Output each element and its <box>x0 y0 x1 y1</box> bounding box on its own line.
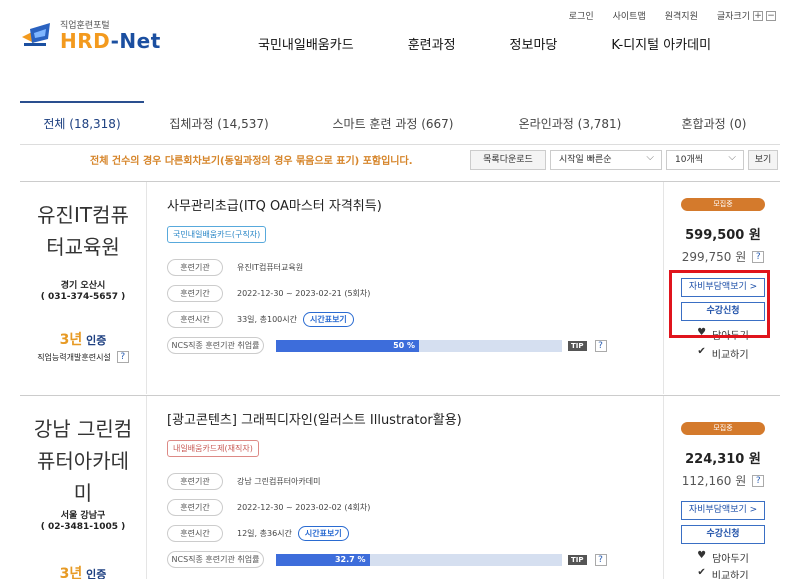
institution-name[interactable]: 강남 그린컴퓨터아카데미 <box>20 413 146 509</box>
help-icon[interactable]: ? <box>116 351 129 363</box>
period-value: 2022-12-30 ~ 2023-02-02 (4회차) <box>237 503 371 512</box>
period-label: 훈련기간 <box>167 285 223 302</box>
font-size-label: 글자크기 <box>716 12 750 22</box>
logo-title: HRD-Net <box>60 29 161 53</box>
font-size-increase-button[interactable]: + <box>753 10 763 21</box>
course-info: [광고콘텐츠] 그래픽디자인(일러스트 Illustrator활용) 내일배움카… <box>146 396 664 579</box>
course-info: 사무관리초급(ITQ OA마스터 자격취득) 국민내일배움카드(구직자) 훈련기… <box>146 182 664 394</box>
institution-name[interactable]: 유진IT컴퓨터교육원 <box>20 199 146 263</box>
help-icon[interactable]: ? <box>752 474 765 487</box>
tab-online[interactable]: 온라인과정 (3,781) <box>492 101 648 145</box>
course-price: 224,310 원 <box>685 452 761 467</box>
price-column: 모집중 224,310 원 112,160 원? 자비부담액보기 > 수강신청 … <box>666 396 780 579</box>
certification-label: 직업능력개발훈련시설 <box>37 352 111 362</box>
nav-k-digital[interactable]: K-디지털 아카데미 <box>611 34 711 53</box>
tip-badge[interactable]: TIP <box>568 554 587 565</box>
institution-value: 유진IT컴퓨터교육원 <box>237 263 304 272</box>
period-value: 2022-12-30 ~ 2023-02-21 (5회차) <box>237 289 371 298</box>
heart-icon: ♥ <box>697 550 707 561</box>
compare-button[interactable]: ✔ 비교하기 <box>666 346 780 361</box>
course-card: 강남 그린컴퓨터아카데미 서울 강남구 ( 02-3481-1005 ) 3년 … <box>20 395 780 579</box>
institution-label: 훈련기관 <box>167 259 223 276</box>
help-icon[interactable]: ? <box>594 339 607 352</box>
wish-button[interactable]: ♥ 담아두기 <box>666 550 780 565</box>
certification-badge: 3년 인증 <box>59 332 107 348</box>
site-logo[interactable]: 직업훈련포털 HRD-Net <box>20 18 161 51</box>
help-icon[interactable]: ? <box>594 553 607 566</box>
ncs-label: NCS직종 훈련기관 취업률 <box>167 337 264 354</box>
ncs-rate-fill: 32.7 % <box>276 553 370 566</box>
ncs-rate-bar: 50 % <box>276 339 562 352</box>
help-icon[interactable]: ? <box>752 250 765 263</box>
institution-value: 강남 그린컴퓨터아카데미 <box>237 477 321 486</box>
schedule-button[interactable]: 시간표보기 <box>302 312 354 327</box>
hours-value: 12일, 총36시간 <box>237 529 292 538</box>
self-pay-price: 112,160 원 <box>681 474 747 488</box>
main-nav: 국민내일배움카드 훈련과정 정보마당 K-디지털 아카데미 <box>258 34 765 53</box>
compare-button[interactable]: ✔ 비교하기 <box>666 567 780 579</box>
apply-button[interactable]: 수강신청 <box>681 525 765 544</box>
nav-info[interactable]: 정보마당 <box>510 34 558 53</box>
institution-region: 경기 오산시 <box>60 281 106 291</box>
tab-smart[interactable]: 스마트 훈련 과정 (667) <box>294 101 492 145</box>
sort-select[interactable]: 시작일 빠른순 <box>550 149 662 170</box>
hours-label: 훈련시간 <box>167 525 223 542</box>
check-icon: ✔ <box>697 346 706 357</box>
font-size-control: 글자크기 + − <box>717 9 776 22</box>
tab-blended[interactable]: 혼합과정 (0) <box>648 101 780 145</box>
institution-phone: ( 031-374-5657 ) <box>40 292 126 302</box>
tab-all[interactable]: 전체 (18,318) <box>20 101 144 145</box>
institution-phone: ( 02-3481-1005 ) <box>40 522 126 532</box>
institution-region: 서울 강남구 <box>60 511 106 521</box>
notice-text: 전체 건수의 경우 다른회차보기(동일과정의 경우 묶음으로 표기) 포함입니다… <box>90 156 413 167</box>
tip-badge[interactable]: TIP <box>568 340 587 351</box>
certification-badge: 3년 인증 <box>59 566 107 579</box>
nav-learning-card[interactable]: 국민내일배움카드 <box>258 34 354 53</box>
tab-classroom[interactable]: 집체과정 (14,537) <box>144 101 294 145</box>
schedule-button[interactable]: 시간표보기 <box>297 526 349 541</box>
course-title[interactable]: 사무관리초급(ITQ OA마스터 자격취득) <box>167 195 663 214</box>
institution-column: 강남 그린컴퓨터아카데미 서울 강남구 ( 02-3481-1005 ) 3년 … <box>20 396 146 579</box>
ncs-label: NCS직종 훈련기관 취업률 <box>167 551 264 568</box>
self-pay-view-button[interactable]: 자비부담액보기 > <box>681 501 765 520</box>
ncs-rate-fill: 50 % <box>276 339 419 352</box>
nav-training-courses[interactable]: 훈련과정 <box>408 34 456 53</box>
course-price: 599,500 원 <box>685 228 761 243</box>
self-pay-price: 299,750 원 <box>681 250 747 264</box>
list-download-button[interactable]: 목록다운로드 <box>470 150 546 170</box>
utility-nav: 로그인 사이트맵 원격지원 글자크기 + − <box>569 9 776 22</box>
course-title[interactable]: [광고콘텐츠] 그래픽디자인(일러스트 Illustrator활용) <box>167 409 663 428</box>
view-button[interactable]: 보기 <box>748 150 778 170</box>
check-icon: ✔ <box>697 567 706 578</box>
institution-column: 유진IT컴퓨터교육원 경기 오산시 ( 031-374-5657 ) 3년 인증… <box>20 182 146 363</box>
course-type-tag: 국민내일배움카드(구직자) <box>167 226 267 243</box>
hours-label: 훈련시간 <box>167 311 223 328</box>
period-label: 훈련기간 <box>167 499 223 516</box>
course-type-tabs: 전체 (18,318) 집체과정 (14,537) 스마트 훈련 과정 (667… <box>20 101 780 145</box>
status-badge: 모집중 <box>681 422 765 435</box>
highlight-box <box>669 270 770 338</box>
ncs-rate-bar: 32.7 % <box>276 553 562 566</box>
sitemap-link[interactable]: 사이트맵 <box>613 9 646 22</box>
course-card: 유진IT컴퓨터교육원 경기 오산시 ( 031-374-5657 ) 3년 인증… <box>20 181 780 394</box>
logo-icon <box>20 21 54 49</box>
course-type-tag: 내일배움카드제(재직자) <box>167 440 259 457</box>
institution-label: 훈련기관 <box>167 473 223 490</box>
login-link[interactable]: 로그인 <box>569 9 594 22</box>
remote-support-link[interactable]: 원격지원 <box>665 9 698 22</box>
hours-value: 33일, 총100시간 <box>237 315 297 324</box>
font-size-decrease-button[interactable]: − <box>766 10 776 21</box>
status-badge: 모집중 <box>681 198 765 211</box>
page-size-select[interactable]: 10개씩 <box>666 149 744 170</box>
